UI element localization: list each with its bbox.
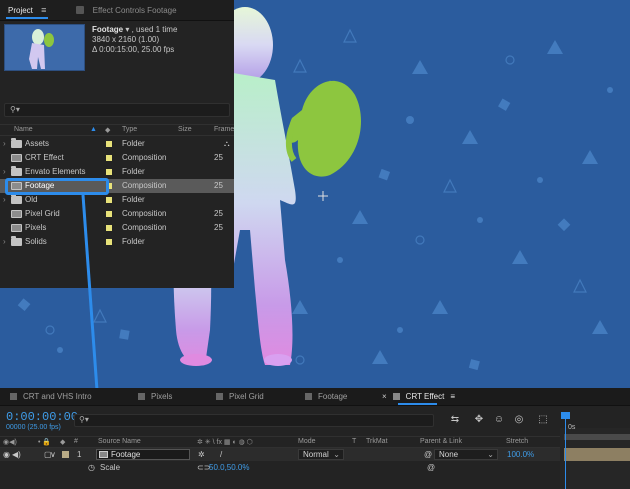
time-ruler[interactable]: 0s: [560, 412, 630, 489]
tab-crt-effect[interactable]: × CRT Effect ≡: [382, 388, 455, 406]
tab-pixels[interactable]: Pixels: [138, 388, 172, 406]
column-stretch[interactable]: Stretch: [506, 438, 528, 445]
layer-row[interactable]: ◉ ◀) ▢ ∨ 1 Footage ✲ / Normal ⌄ @ None ⌄ 1…: [0, 448, 560, 461]
quality-switch-icon[interactable]: /: [220, 450, 222, 459]
column-parent-link[interactable]: Parent & Link: [420, 438, 462, 445]
label-column-icon[interactable]: ◆: [60, 438, 65, 446]
frame-blending-icon[interactable]: ◎: [512, 413, 526, 426]
layer-column-headers: ◉◀) • 🔒 ◆ # Source Name ✲ ✳ \ fx ▦ ◐ ◍ ⬡…: [0, 436, 560, 448]
expand-chevron-icon[interactable]: ∨: [50, 450, 56, 459]
chevron-down-icon: ⌄: [333, 450, 340, 459]
parent-dropdown[interactable]: None ⌄: [434, 449, 498, 460]
layer-switches-icon[interactable]: ✲ ✳ \ fx ▦ ◐ ◍ ⬡: [197, 438, 253, 446]
label-color-swatch[interactable]: [62, 451, 69, 458]
frame-rate-display: 00000 (25.00 fps): [6, 424, 61, 431]
expression-pickwhip-icon[interactable]: @: [427, 463, 435, 472]
graph-editor-icon[interactable]: ⬚: [536, 413, 550, 426]
timeline-panel: CRT and VHS Intro Pixels Pixel Grid Foot…: [0, 388, 630, 489]
layer-duration-bar[interactable]: [564, 448, 630, 461]
current-time-display[interactable]: 0:00:00:00: [6, 410, 78, 424]
timeline-search-input[interactable]: ⚲▾: [74, 414, 434, 427]
property-name: Scale: [100, 463, 121, 472]
stretch-value[interactable]: 100.0%: [507, 450, 534, 459]
solo-lock-icon[interactable]: • 🔒: [38, 438, 51, 446]
comp-mini-flowchart-icon[interactable]: ⇆: [448, 413, 462, 426]
time-ruler-label: 0s: [568, 424, 576, 431]
column-trkmat[interactable]: TrkMat: [366, 438, 388, 445]
search-icon: ⚲▾: [79, 415, 89, 424]
column-mode[interactable]: Mode: [298, 438, 316, 445]
layer-name: Footage: [111, 450, 141, 459]
work-area-bar[interactable]: [564, 434, 630, 440]
draft-3d-icon[interactable]: ✥: [472, 413, 486, 426]
collapse-transform-icon[interactable]: ✲: [198, 450, 205, 459]
panel-menu-icon[interactable]: ≡: [450, 392, 455, 401]
property-row-scale[interactable]: ◷ Scale ⊂⊃ 50.0,50.0% @: [0, 461, 560, 474]
shy-layers-icon[interactable]: ☺: [492, 413, 506, 426]
tab-pixel-grid[interactable]: Pixel Grid: [216, 388, 264, 406]
layer-name-field[interactable]: Footage: [96, 449, 190, 460]
pickwhip-icon[interactable]: @: [424, 450, 432, 459]
tab-crt-and-vhs-intro[interactable]: CRT and VHS Intro: [10, 388, 92, 406]
tab-footage[interactable]: Footage: [305, 388, 347, 406]
blend-mode-dropdown[interactable]: Normal ⌄: [298, 449, 344, 460]
timeline-tabs: CRT and VHS Intro Pixels Pixel Grid Foot…: [0, 388, 630, 406]
scale-value[interactable]: 50.0,50.0%: [209, 463, 249, 472]
blend-mode-value: Normal: [303, 450, 329, 459]
playhead[interactable]: [565, 416, 566, 489]
visibility-icon[interactable]: ◉: [3, 450, 10, 459]
playhead-handle[interactable]: [561, 412, 570, 419]
column-source-name[interactable]: Source Name: [98, 438, 141, 445]
close-icon[interactable]: ×: [382, 392, 387, 401]
layer-number: 1: [77, 450, 82, 459]
composition-icon: [99, 451, 108, 458]
chevron-down-icon: ⌄: [487, 450, 494, 459]
audio-icon[interactable]: ◀): [12, 450, 21, 459]
column-t[interactable]: T: [352, 438, 356, 445]
stopwatch-icon[interactable]: ◷: [88, 463, 95, 472]
av-switches-icon[interactable]: ◉◀): [3, 438, 17, 446]
layer-number-icon[interactable]: #: [74, 438, 78, 445]
parent-value: None: [439, 450, 459, 459]
